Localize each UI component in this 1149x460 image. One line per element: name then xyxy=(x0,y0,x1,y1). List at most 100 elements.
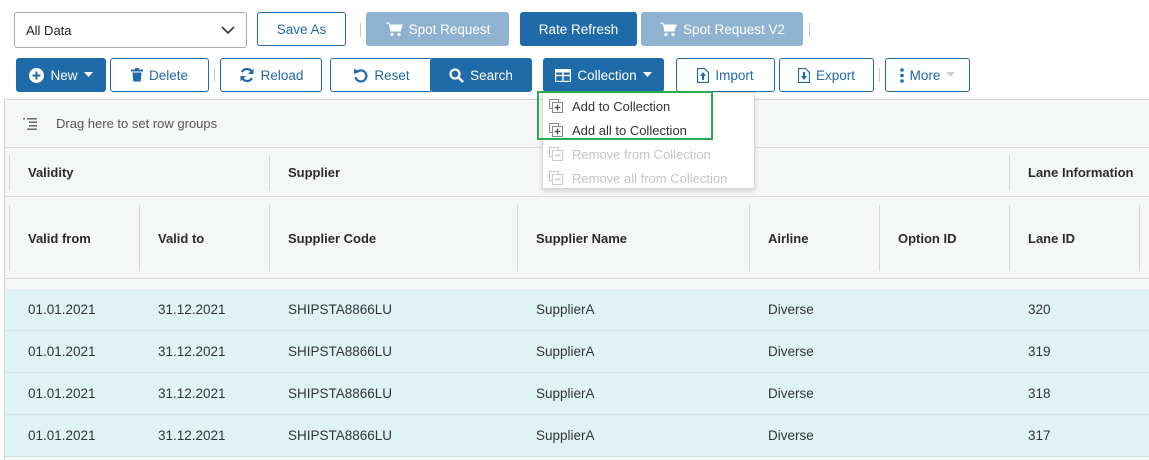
divider xyxy=(9,205,10,271)
cell-valid-from: 01.01.2021 xyxy=(28,428,96,443)
more-label: More xyxy=(909,67,941,83)
cell-airline: Diverse xyxy=(768,428,814,443)
file-download-icon xyxy=(797,67,810,83)
spot-request-v2-button[interactable]: Spot Request V2 xyxy=(641,12,803,46)
divider xyxy=(269,205,270,271)
table-row[interactable]: 01.01.2021 31.12.2021 SHIPSTA8866LU Supp… xyxy=(5,331,1149,373)
save-as-button[interactable]: Save As xyxy=(257,12,346,46)
save-as-label: Save As xyxy=(276,21,327,37)
divider xyxy=(269,155,270,190)
search-button[interactable]: Search xyxy=(430,58,532,92)
toolbar-actions: New Delete Reload Reset Search Collectio… xyxy=(16,58,1146,92)
reset-label: Reset xyxy=(374,67,410,83)
cell-valid-to: 31.12.2021 xyxy=(158,302,226,317)
divider xyxy=(1009,205,1010,271)
table-icon xyxy=(555,68,572,82)
caret-down-icon xyxy=(83,72,93,77)
table-row[interactable]: 01.01.2021 31.12.2021 SHIPSTA8866LU Supp… xyxy=(5,415,1149,457)
cell-valid-from: 01.01.2021 xyxy=(28,344,96,359)
caret-down-icon xyxy=(642,72,652,77)
column-header-lane-id[interactable]: Lane ID xyxy=(1028,231,1075,246)
divider xyxy=(9,155,10,190)
highlight-box xyxy=(537,91,713,140)
search-label: Search xyxy=(470,67,513,83)
search-icon xyxy=(449,67,464,83)
cell-supplier-code: SHIPSTA8866LU xyxy=(288,386,393,401)
table-row[interactable]: 01.01.2021 31.12.2021 SHIPSTA8866LU Supp… xyxy=(5,373,1149,415)
cell-valid-to: 31.12.2021 xyxy=(158,344,226,359)
cell-supplier-name: SupplierA xyxy=(536,386,595,401)
menu-item-remove-all-from-collection[interactable]: Remove all from Collection xyxy=(543,166,754,190)
column-header-supplier-code[interactable]: Supplier Code xyxy=(288,231,376,246)
reload-button[interactable]: Reload xyxy=(220,58,322,92)
cell-lane-id: 318 xyxy=(1028,386,1051,401)
import-label: Import xyxy=(715,67,754,83)
column-header-supplier-name[interactable]: Supplier Name xyxy=(536,231,627,246)
spot-request-button[interactable]: Spot Request xyxy=(366,12,509,46)
cell-valid-to: 31.12.2021 xyxy=(158,428,226,443)
group-header-validity[interactable]: Validity xyxy=(28,165,74,180)
divider xyxy=(139,205,140,271)
divider xyxy=(879,68,880,82)
rate-refresh-button[interactable]: Rate Refresh xyxy=(520,12,637,46)
toolbar-top: All Data Save As Spot Request Rate Refre… xyxy=(14,12,1144,48)
menu-item-label: Remove all from Collection xyxy=(572,170,728,186)
column-header-valid-to[interactable]: Valid to xyxy=(158,231,204,246)
new-label: New xyxy=(50,67,78,83)
collection-button[interactable]: Collection xyxy=(543,58,664,92)
collection-label: Collection xyxy=(577,67,637,83)
caret-down-icon xyxy=(946,72,956,77)
row-group-hint: Drag here to set row groups xyxy=(56,116,218,131)
spot-request-label: Spot Request xyxy=(408,21,491,37)
cell-lane-id: 319 xyxy=(1028,344,1051,359)
table-row[interactable]: 01.01.2021 31.12.2021 SHIPSTA8866LU Supp… xyxy=(5,289,1149,331)
cart-icon xyxy=(659,22,677,36)
cell-supplier-name: SupplierA xyxy=(536,344,595,359)
cart-icon xyxy=(385,22,403,36)
reset-button[interactable]: Reset xyxy=(330,58,433,92)
menu-item-remove-from-collection[interactable]: Remove from Collection xyxy=(543,142,754,166)
cell-valid-from: 01.01.2021 xyxy=(28,302,96,317)
cell-supplier-code: SHIPSTA8866LU xyxy=(288,428,393,443)
list-indent-icon xyxy=(23,117,37,130)
cell-airline: Diverse xyxy=(768,344,814,359)
divider xyxy=(360,23,361,37)
undo-icon xyxy=(354,68,368,82)
delete-label: Delete xyxy=(148,67,189,83)
view-select[interactable]: All Data xyxy=(14,12,247,48)
divider xyxy=(1139,205,1140,271)
column-header-airline[interactable]: Airline xyxy=(768,231,808,246)
group-header-lane-information[interactable]: Lane Information xyxy=(1028,165,1133,180)
cell-supplier-code: SHIPSTA8866LU xyxy=(288,344,393,359)
more-button[interactable]: More xyxy=(885,58,970,92)
reload-icon xyxy=(240,67,254,83)
collection-remove-icon xyxy=(549,147,563,161)
divider xyxy=(749,205,750,271)
group-header-supplier[interactable]: Supplier xyxy=(288,165,340,180)
export-label: Export xyxy=(815,67,856,83)
cell-supplier-code: SHIPSTA8866LU xyxy=(288,302,393,317)
export-button[interactable]: Export xyxy=(779,58,874,92)
plus-circle-icon xyxy=(29,67,45,83)
trash-icon xyxy=(130,68,143,82)
menu-item-label: Remove from Collection xyxy=(572,146,711,162)
column-header-valid-from[interactable]: Valid from xyxy=(28,231,91,246)
column-header-option-id[interactable]: Option ID xyxy=(898,231,957,246)
cell-valid-from: 01.01.2021 xyxy=(28,386,96,401)
cell-supplier-name: SupplierA xyxy=(536,302,595,317)
delete-button[interactable]: Delete xyxy=(110,58,209,92)
import-button[interactable]: Import xyxy=(676,58,775,92)
file-upload-icon xyxy=(697,67,710,83)
new-button[interactable]: New xyxy=(16,58,106,92)
divider xyxy=(517,205,518,271)
chevron-down-icon xyxy=(221,26,235,35)
divider xyxy=(1009,155,1010,190)
divider xyxy=(809,23,810,37)
spot-request-v2-label: Spot Request V2 xyxy=(682,21,786,37)
more-vertical-icon xyxy=(899,67,904,83)
cell-supplier-name: SupplierA xyxy=(536,428,595,443)
cell-lane-id: 320 xyxy=(1028,302,1051,317)
column-header-row: Valid from Valid to Supplier Code Suppli… xyxy=(5,197,1149,279)
view-select-value: All Data xyxy=(26,22,72,38)
grid-body: 01.01.2021 31.12.2021 SHIPSTA8866LU Supp… xyxy=(5,289,1149,457)
